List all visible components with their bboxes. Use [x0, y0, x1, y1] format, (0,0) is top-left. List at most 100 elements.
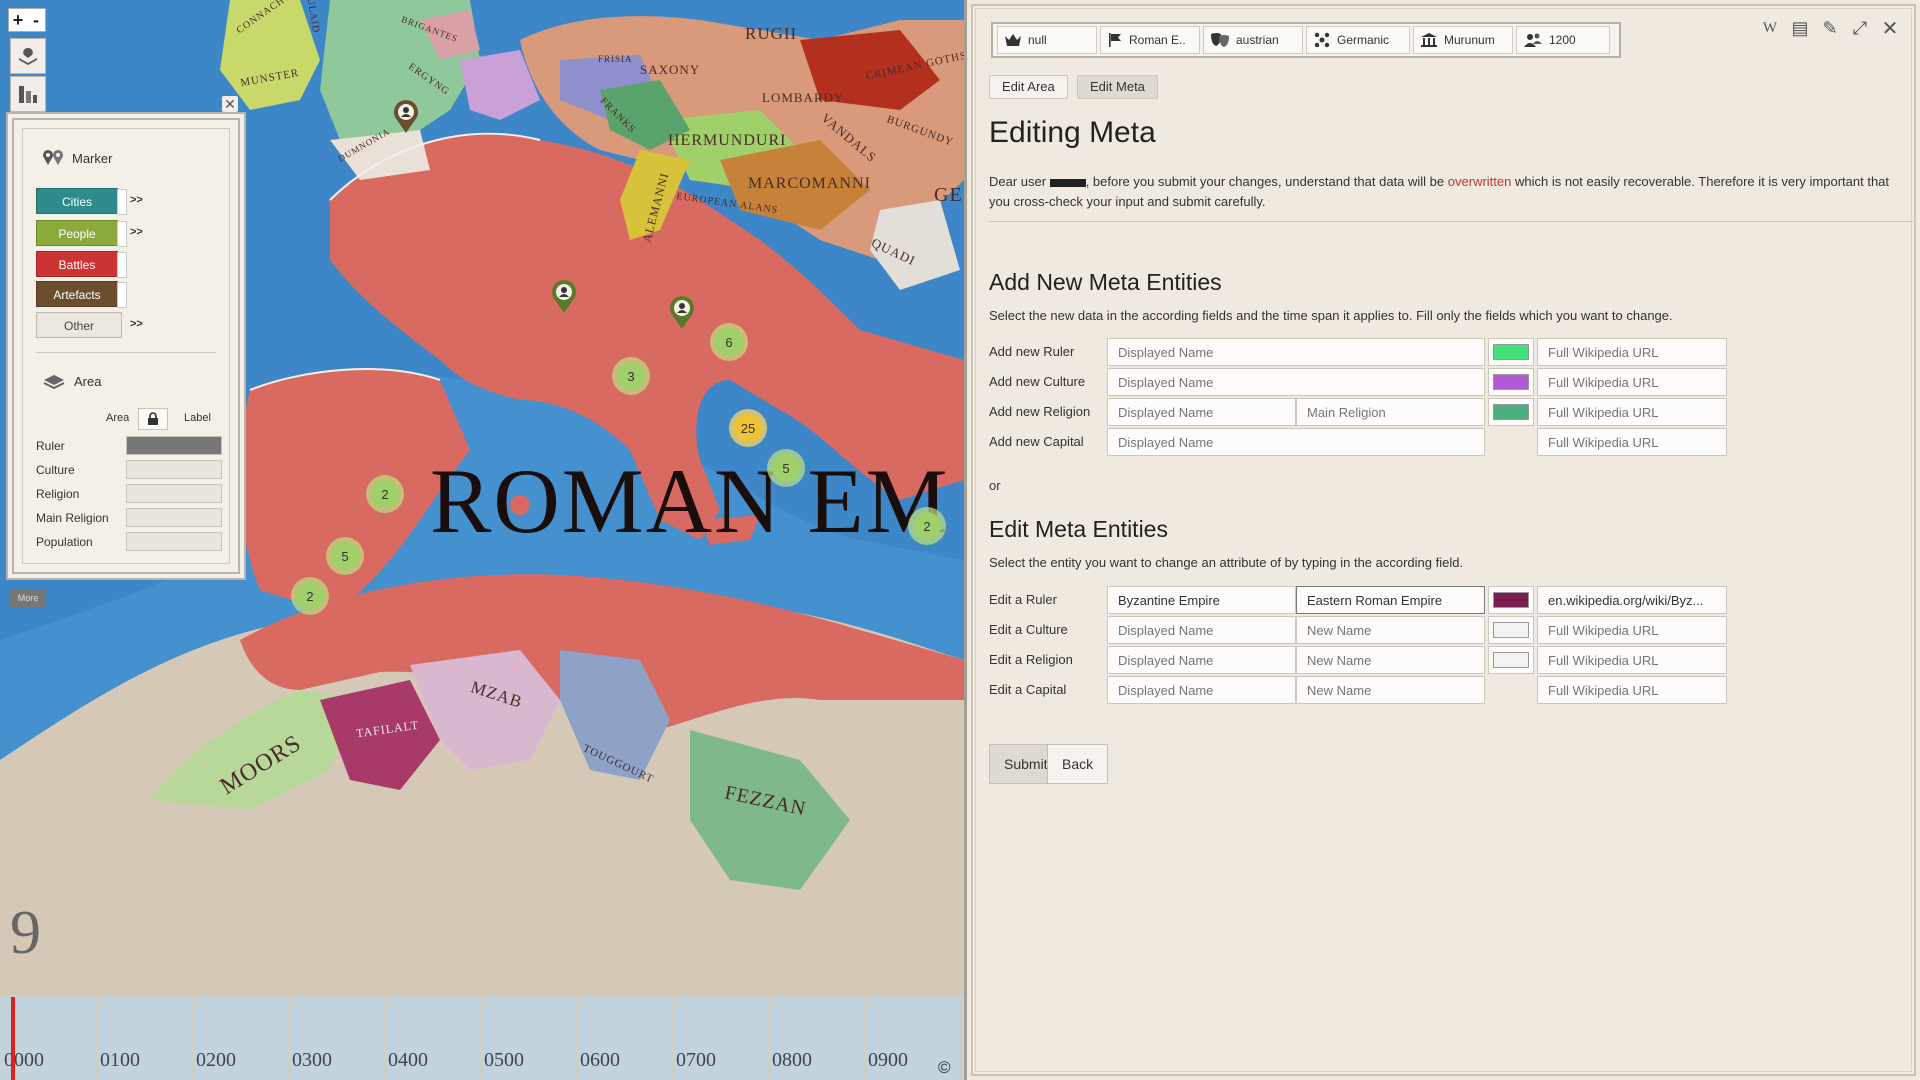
timeline[interactable]: 0000 0100 0200 0300 0400 0500 0600 0700 0800 0900 [0, 996, 964, 1080]
add-religion-name-input[interactable] [1107, 398, 1296, 426]
timeline-year-label[interactable]: 0700 [676, 1049, 716, 1072]
copyright-icon[interactable]: © [938, 1058, 951, 1078]
culture-layer-toggle[interactable] [126, 460, 222, 479]
cities-toggle-button[interactable]: Cities [36, 188, 127, 215]
edit-religion-wiki-input[interactable] [1537, 646, 1727, 674]
add-religion-color-picker[interactable] [1488, 398, 1534, 426]
marker-cluster[interactable]: 2 [366, 475, 404, 513]
edit-ruler-entity-input[interactable] [1107, 586, 1296, 614]
edit-pencil-icon[interactable]: ✎ [1820, 18, 1840, 39]
edit-capital-new-name-input[interactable] [1296, 676, 1485, 704]
statistics-button[interactable] [10, 76, 46, 112]
map-view[interactable]: ROMAN EM RUGII SAXONY LOMBARDY CRIMEAN G… [0, 0, 964, 1080]
people-label: People [58, 227, 96, 241]
layers-button[interactable] [10, 38, 46, 74]
people-expand-button[interactable]: >> [130, 226, 143, 238]
fullscreen-icon[interactable]: ⤢ [1850, 18, 1870, 39]
edit-capital-entity-input[interactable] [1107, 676, 1296, 704]
marker-cluster[interactable]: 5 [767, 449, 805, 487]
other-toggle-button[interactable]: Other [36, 312, 122, 338]
wikipedia-icon[interactable]: W [1760, 20, 1780, 37]
marker-title: Marker [72, 150, 113, 166]
add-religion-main-input[interactable] [1296, 398, 1485, 426]
marker-cluster[interactable]: 2 [908, 507, 946, 545]
marker-cluster[interactable]: 3 [612, 357, 650, 395]
person-marker-icon[interactable] [668, 296, 696, 330]
ruler-layer-toggle[interactable] [126, 436, 222, 455]
battles-label: Battles [58, 258, 96, 272]
edit-culture-wiki-input[interactable] [1537, 616, 1727, 644]
add-culture-wiki-input[interactable] [1537, 368, 1727, 396]
religion-summary[interactable]: Germanic [1306, 26, 1410, 54]
add-religion-wiki-input[interactable] [1537, 398, 1727, 426]
population-summary[interactable]: 1200 [1516, 26, 1610, 54]
capital-summary[interactable]: Murunum [1413, 26, 1513, 54]
add-ruler-color-picker[interactable] [1488, 338, 1534, 366]
empire-summary-text: Roman E.. [1129, 33, 1186, 47]
tab-edit-area[interactable]: Edit Area [989, 75, 1068, 99]
add-culture-name-input[interactable] [1107, 368, 1485, 396]
area-label-toggle[interactable] [138, 408, 168, 430]
zoom-in-button[interactable]: + [9, 9, 27, 31]
area-row-ruler[interactable]: Ruler [36, 436, 222, 456]
population-layer-toggle[interactable] [126, 532, 222, 551]
edit-culture-color-picker[interactable] [1488, 616, 1534, 644]
timeline-year-label[interactable]: 0000 [4, 1049, 44, 1072]
other-expand-button[interactable]: >> [130, 318, 143, 330]
area-row-religion[interactable]: Religion [36, 484, 222, 504]
ruler-summary-text: null [1028, 33, 1047, 47]
close-layers-icon[interactable]: ✕ [222, 96, 238, 112]
tab-edit-meta[interactable]: Edit Meta [1077, 75, 1158, 99]
cluster-count: 2 [913, 512, 941, 540]
add-capital-name-input[interactable] [1107, 428, 1485, 456]
artefacts-toggle-button[interactable]: Artefacts [36, 281, 127, 308]
zoom-out-button[interactable]: - [27, 9, 45, 31]
edit-religion-entity-input[interactable] [1107, 646, 1296, 674]
battles-toggle-button[interactable]: Battles [36, 251, 127, 278]
empire-summary[interactable]: Roman E.. [1100, 26, 1200, 54]
marker-cluster[interactable]: 25 [729, 409, 767, 447]
close-icon[interactable]: ✕ [1880, 16, 1900, 41]
edit-ruler-new-name-input[interactable] [1296, 586, 1485, 614]
area-row-population[interactable]: Population [36, 532, 222, 552]
artefact-marker-icon[interactable] [392, 100, 420, 134]
marker-cluster[interactable]: 6 [710, 323, 748, 361]
timeline-year-label[interactable]: 0300 [292, 1049, 332, 1072]
cities-expand-button[interactable]: >> [130, 194, 143, 206]
overwrite-warning: Dear user , before you submit your chang… [989, 172, 1909, 212]
people-toggle-button[interactable]: People [36, 220, 127, 247]
edit-ruler-wiki-input[interactable] [1537, 586, 1727, 614]
marker-cluster[interactable]: 5 [326, 537, 364, 575]
edit-culture-new-name-input[interactable] [1296, 616, 1485, 644]
back-button[interactable]: Back [1047, 744, 1109, 784]
area-row-culture[interactable]: Culture [36, 460, 222, 480]
timeline-year-label[interactable]: 0900 [868, 1049, 908, 1072]
culture-summary[interactable]: austrian [1203, 26, 1303, 54]
timeline-year-label[interactable]: 0200 [196, 1049, 236, 1072]
marker-section-title: Marker [42, 150, 112, 166]
add-culture-color-picker[interactable] [1488, 368, 1534, 396]
ruler-summary[interactable]: null [997, 26, 1097, 54]
timeline-year-label[interactable]: 0500 [484, 1049, 524, 1072]
timeline-year-label[interactable]: 0400 [388, 1049, 428, 1072]
timeline-year-label[interactable]: 0100 [100, 1049, 140, 1072]
article-icon[interactable]: ▤ [1790, 18, 1810, 39]
more-button[interactable]: More [10, 589, 46, 608]
person-marker-icon[interactable] [550, 280, 578, 314]
edit-culture-entity-input[interactable] [1107, 616, 1296, 644]
edit-religion-color-picker[interactable] [1488, 646, 1534, 674]
add-capital-wiki-input[interactable] [1537, 428, 1727, 456]
timeline-year-label[interactable]: 0800 [772, 1049, 812, 1072]
timeline-position-marker[interactable] [11, 997, 15, 1080]
edit-ruler-color-picker[interactable] [1488, 586, 1534, 614]
main-religion-layer-toggle[interactable] [126, 508, 222, 527]
timeline-year-label[interactable]: 0600 [580, 1049, 620, 1072]
add-ruler-name-input[interactable] [1107, 338, 1485, 366]
timeline-tick [576, 997, 577, 1080]
add-ruler-wiki-input[interactable] [1537, 338, 1727, 366]
edit-religion-new-name-input[interactable] [1296, 646, 1485, 674]
marker-cluster[interactable]: 2 [291, 577, 329, 615]
area-row-main-religion[interactable]: Main Religion [36, 508, 222, 528]
edit-capital-wiki-input[interactable] [1537, 676, 1727, 704]
religion-layer-toggle[interactable] [126, 484, 222, 503]
